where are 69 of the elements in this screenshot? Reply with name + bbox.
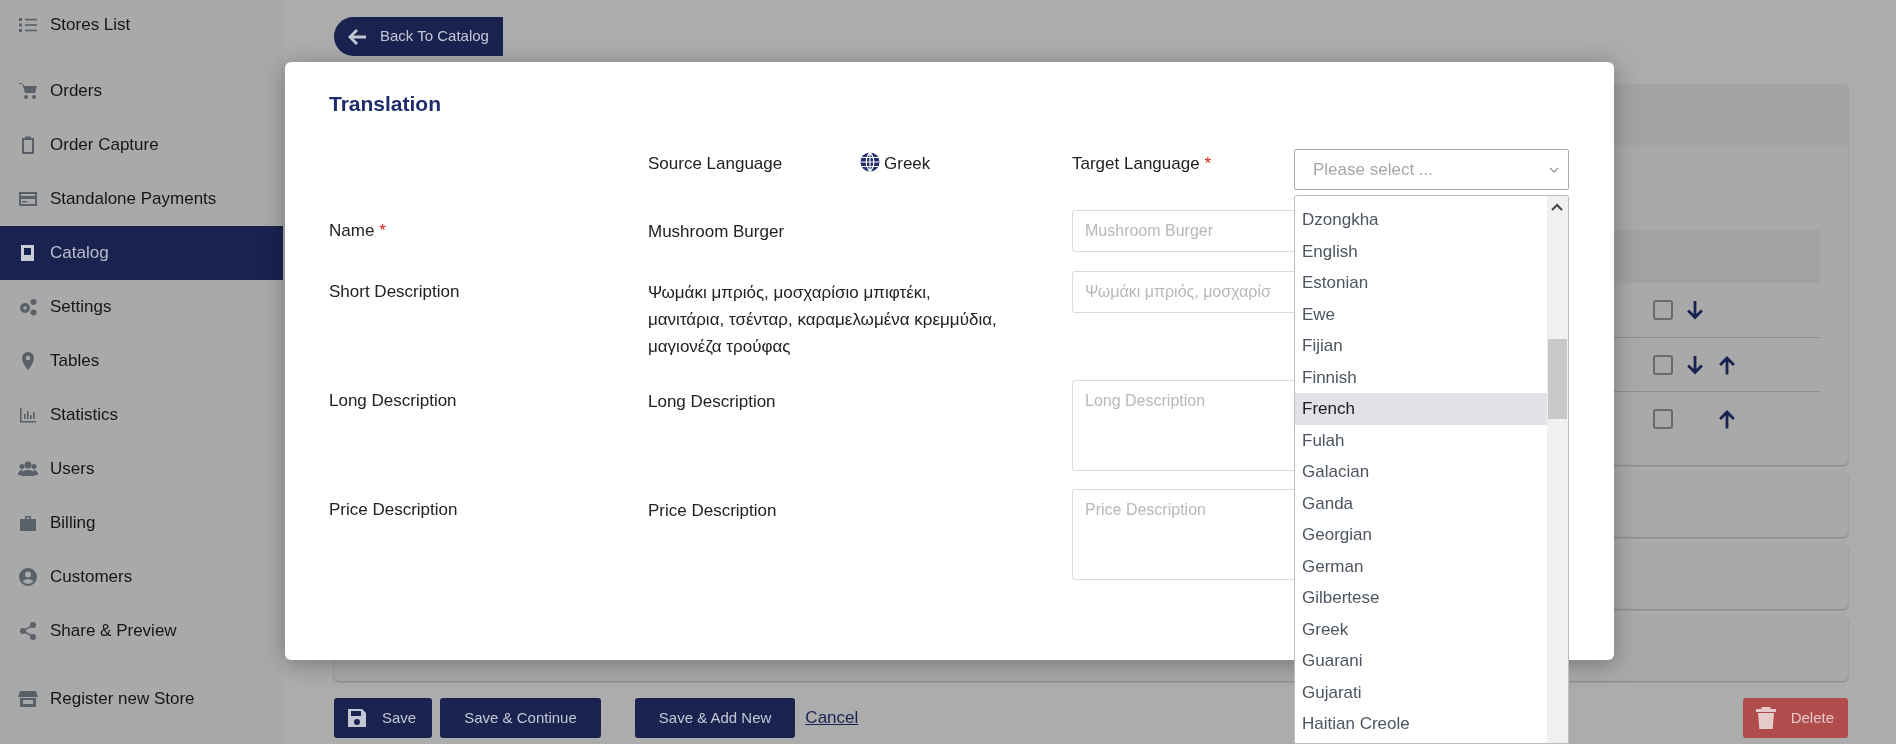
field-label: Long Description [329, 391, 457, 410]
action-button[interactable]: Save & Continue [440, 698, 601, 738]
sidebar-item[interactable]: Billing [0, 496, 283, 550]
scrollbar[interactable] [1547, 196, 1568, 743]
dropdown-option[interactable]: Dzongkha [1295, 204, 1547, 236]
users-icon [18, 459, 38, 479]
source-text: Long Description [648, 392, 776, 411]
dropdown-option[interactable]: French [1295, 393, 1547, 425]
dropdown-option[interactable]: Georgian [1295, 519, 1547, 551]
store-icon [18, 689, 38, 709]
field-label: Name [329, 221, 375, 240]
sidebar-item[interactable]: Settings [0, 280, 283, 334]
save-button[interactable]: Save [334, 698, 433, 738]
checkbox[interactable] [1653, 354, 1673, 375]
back-button[interactable]: Back To Catalog [334, 17, 503, 56]
down-arrow-icon[interactable] [1685, 299, 1705, 321]
bar-chart-icon [18, 405, 38, 425]
source-text: Price Description [648, 501, 777, 520]
dropdown-option[interactable]: Ewe [1295, 298, 1547, 330]
dropdown-option[interactable]: Greek [1295, 613, 1547, 645]
share-icon [18, 621, 38, 641]
required-mark: * [1204, 154, 1212, 173]
trash-icon [1754, 706, 1777, 730]
sidebar-item[interactable]: Share & Preview [0, 604, 283, 658]
source-text: Ψωμάκι μπριός, μοσχαρίσιο μπιφτέκι, μανιτάρια, τσένταρ, καραμελωμένα κρεμμύδια, μαγιονέζα τρούφας [648, 283, 997, 356]
sidebar-item[interactable]: Register new Store [0, 672, 283, 726]
dropdown-option[interactable]: Ganda [1295, 487, 1547, 519]
source-language-value: Greek [884, 153, 931, 175]
source-text: Mushroom Burger [648, 222, 785, 241]
scrollbar-thumb[interactable] [1548, 339, 1567, 419]
dropdown-option[interactable]: Estonian [1295, 267, 1547, 299]
user-icon [18, 567, 38, 587]
sidebar-item[interactable]: Statistics [0, 388, 283, 442]
down-arrow-icon[interactable] [1685, 353, 1705, 376]
cart-icon [18, 81, 38, 101]
sidebar-item[interactable]: Users [0, 442, 283, 496]
checkbox[interactable] [1653, 300, 1673, 320]
dropdown-option[interactable]: Fulah [1295, 424, 1547, 456]
dropdown-option[interactable]: Guarani [1295, 645, 1547, 677]
sidebar-item[interactable]: Standalone Payments [0, 172, 283, 226]
gears-icon [18, 297, 38, 317]
source-language-label: Source Language [648, 153, 784, 175]
dropdown-option[interactable]: Gilbertese [1295, 582, 1547, 614]
credit-card-icon [18, 189, 38, 209]
dropdown-option[interactable]: Finnish [1295, 361, 1547, 393]
checkbox[interactable] [1653, 408, 1673, 429]
globe-icon [860, 152, 880, 172]
dropdown-option[interactable]: Gujarati [1295, 676, 1547, 708]
dropdown-option[interactable]: English [1295, 235, 1547, 267]
action-button[interactable]: Save & Add New [634, 698, 796, 738]
dropdown-option[interactable]: Galacian [1295, 456, 1547, 488]
dropdown-option[interactable]: Haitian Creole [1295, 708, 1547, 740]
sidebar-item[interactable]: Customers [0, 550, 283, 604]
sidebar-item[interactable]: Catalog [0, 226, 283, 280]
sidebar-item[interactable]: Orders [0, 64, 283, 118]
target-language-label: Target Language [1072, 154, 1200, 173]
dialog-title: Translation [329, 91, 443, 117]
sidebar-item[interactable]: Stores List [0, 0, 283, 50]
sidebar-item[interactable]: Order Capture [0, 118, 283, 172]
briefcase-icon [18, 513, 38, 533]
sidebar-item[interactable]: Tables [0, 334, 283, 388]
cancel-link[interactable]: Cancel [805, 705, 859, 731]
field-label: Price Description [329, 500, 458, 519]
dropdown-option[interactable]: German [1295, 550, 1547, 582]
scroll-up-icon [1550, 201, 1564, 213]
dropdown-option[interactable]: Fijian [1295, 330, 1547, 362]
field-label: Short Description [329, 282, 460, 301]
required-mark: * [379, 221, 386, 240]
list-icon [18, 15, 38, 35]
